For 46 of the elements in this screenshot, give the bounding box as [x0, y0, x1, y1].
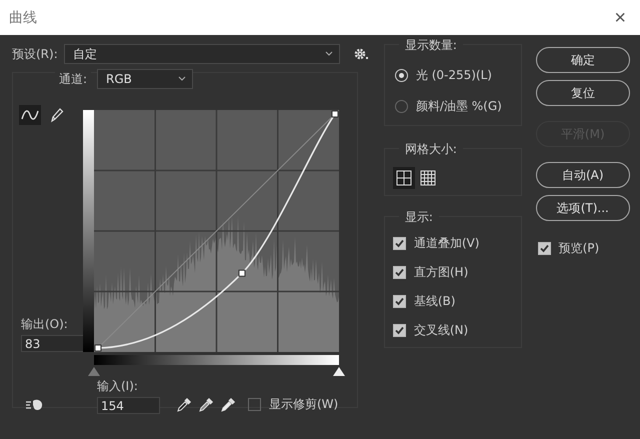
- dialog-button[interactable]: 自动(A): [536, 162, 630, 188]
- checkbox[interactable]: 基线(B): [392, 293, 513, 310]
- preset-label: 预设(R):: [12, 46, 58, 62]
- preset-dropdown[interactable]: 自定: [64, 44, 340, 64]
- eyedropper-icon[interactable]: [176, 397, 192, 413]
- checkbox[interactable]: 直方图(H): [392, 264, 513, 281]
- output-label: 输出(O):: [21, 316, 69, 333]
- checkbox-box[interactable]: [392, 295, 406, 308]
- curve-point[interactable]: [238, 270, 246, 277]
- highlight-slider-thumb[interactable]: [333, 367, 345, 376]
- curve-tool[interactable]: [19, 105, 41, 125]
- input-label: 输入(I):: [97, 378, 139, 395]
- caret-icon: [178, 76, 186, 82]
- curve-point[interactable]: [332, 110, 338, 118]
- checkbox-box[interactable]: [392, 324, 406, 337]
- curve-point[interactable]: [94, 344, 102, 352]
- checkbox[interactable]: 交叉线(N): [392, 322, 513, 339]
- output-field[interactable]: 83: [21, 335, 84, 352]
- shadow-slider-thumb[interactable]: [88, 367, 100, 376]
- eyedropper-icon[interactable]: [198, 397, 214, 413]
- dialog-button[interactable]: 确定: [536, 47, 630, 73]
- radio-option[interactable]: 颜料/油墨 %(G): [394, 98, 513, 115]
- window-title: 曲线: [9, 8, 37, 26]
- checkbox[interactable]: 显示修剪(W): [248, 396, 338, 413]
- checkbox-box[interactable]: [392, 266, 406, 279]
- radio-button[interactable]: [394, 100, 408, 113]
- hand-adjust-icon[interactable]: [25, 398, 45, 412]
- checkbox[interactable]: 通道叠加(V): [392, 235, 513, 252]
- input-field[interactable]: 154: [97, 397, 160, 414]
- gear-icon[interactable]: [354, 48, 370, 60]
- eyedropper-icon[interactable]: [220, 397, 236, 413]
- coarse-grid-button[interactable]: [392, 167, 415, 189]
- checkbox-box[interactable]: [538, 242, 551, 255]
- checkbox-box[interactable]: [248, 398, 261, 411]
- channel-dropdown[interactable]: RGB: [97, 69, 194, 89]
- dialog-button[interactable]: 选项(T)...: [536, 195, 630, 221]
- checkbox-box[interactable]: [392, 237, 406, 250]
- close-button[interactable]: ×: [610, 8, 630, 28]
- checkbox[interactable]: 预览(P): [538, 240, 630, 257]
- group-title: 显示:: [398, 209, 439, 226]
- input-range-track[interactable]: [88, 367, 345, 378]
- dialog-button[interactable]: 复位: [536, 80, 630, 106]
- group-title: 显示数量:: [398, 37, 463, 54]
- caret-icon: [324, 51, 333, 57]
- group-title: 网格大小:: [398, 141, 463, 158]
- radio-option[interactable]: 光 (0-255)(L): [394, 67, 513, 84]
